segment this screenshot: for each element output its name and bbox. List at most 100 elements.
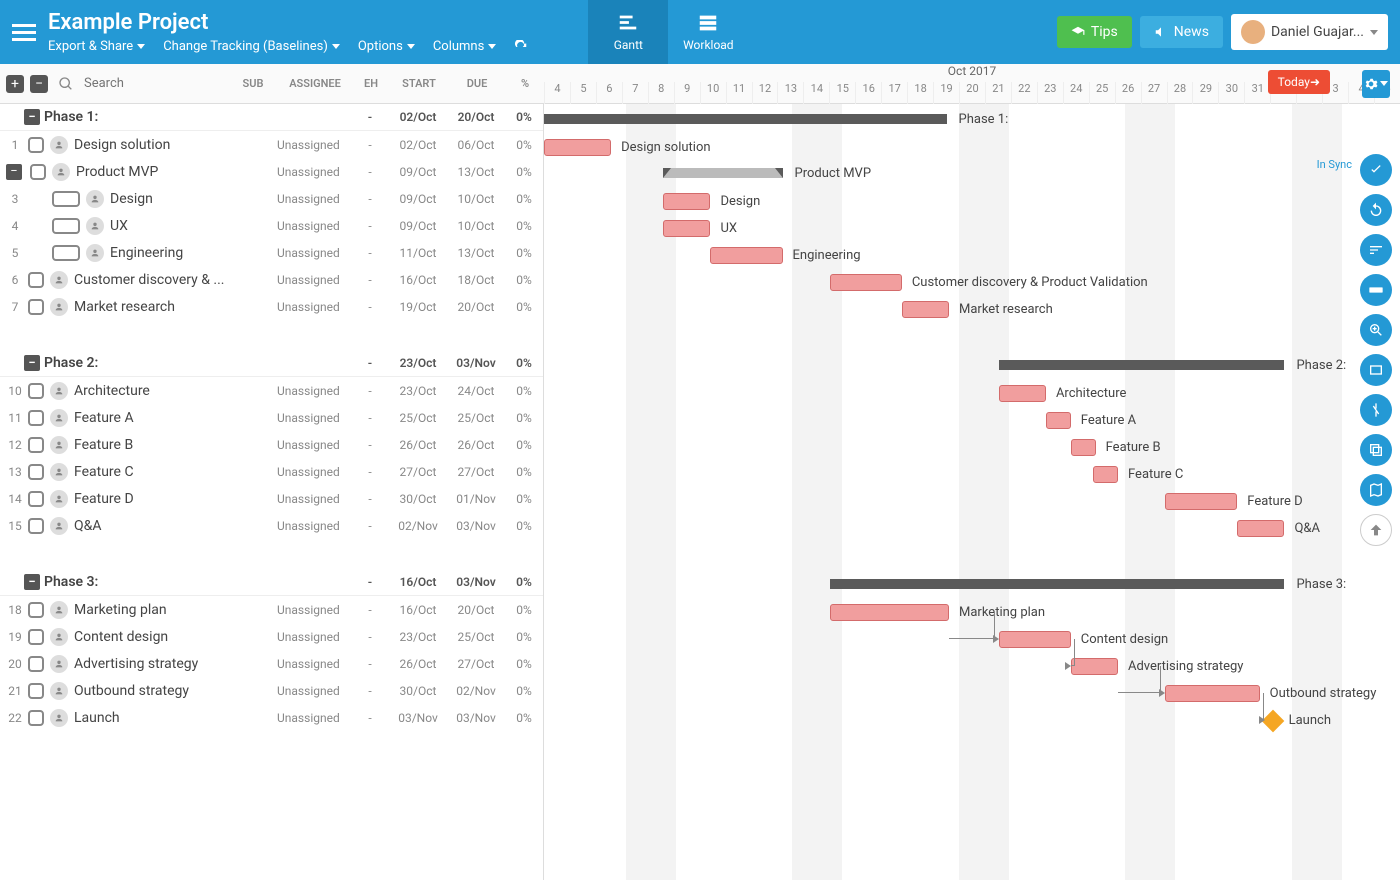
assignee-icon[interactable] xyxy=(50,436,68,454)
check-tool[interactable] xyxy=(1360,154,1392,186)
menu-columns[interactable]: Columns xyxy=(433,39,497,54)
today-button[interactable]: Today➜ xyxy=(1268,70,1330,94)
user-menu[interactable]: Daniel Guajar... xyxy=(1231,14,1388,50)
tab-gantt[interactable]: Gantt xyxy=(588,0,668,64)
task-checkbox[interactable] xyxy=(28,629,44,645)
task-checkbox[interactable] xyxy=(28,491,44,507)
task-checkbox[interactable] xyxy=(28,602,44,618)
task-bar[interactable] xyxy=(830,604,949,621)
assignee-icon[interactable] xyxy=(50,709,68,727)
task-bar[interactable] xyxy=(830,274,902,291)
task-bar[interactable] xyxy=(663,193,710,210)
assignee-icon[interactable] xyxy=(50,490,68,508)
assignee-icon[interactable] xyxy=(50,601,68,619)
task-bar[interactable] xyxy=(999,385,1046,402)
assignee-icon[interactable] xyxy=(50,655,68,673)
assignee-icon[interactable] xyxy=(50,136,68,154)
collapse-icon[interactable]: − xyxy=(24,109,40,125)
task-row[interactable]: 4 UX Unassigned - 09/Oct 10/Oct 0% xyxy=(0,212,543,239)
col-eh[interactable]: EH xyxy=(352,77,390,90)
fit-tool[interactable] xyxy=(1360,354,1392,386)
gantt-chart[interactable]: Phase 1:Design solutionProduct MVPDesign… xyxy=(544,104,1400,880)
task-row[interactable]: 19 Content design Unassigned - 23/Oct 25… xyxy=(0,623,543,650)
task-row[interactable]: 6 Customer discovery & ... Unassigned - … xyxy=(0,266,543,293)
task-row[interactable]: 5 Engineering Unassigned - 11/Oct 13/Oct… xyxy=(0,239,543,266)
copy-tool[interactable] xyxy=(1360,434,1392,466)
assignee-icon[interactable] xyxy=(50,382,68,400)
task-row[interactable]: 15 Q&A Unassigned - 02/Nov 03/Nov 0% xyxy=(0,512,543,539)
assignee-icon[interactable] xyxy=(86,244,104,262)
tips-button[interactable]: Tips xyxy=(1057,16,1132,48)
task-row[interactable]: 20 Advertising strategy Unassigned - 26/… xyxy=(0,650,543,677)
task-checkbox[interactable] xyxy=(28,683,44,699)
task-row[interactable]: 3 Design Unassigned - 09/Oct 10/Oct 0% xyxy=(0,185,543,212)
scroll-top-tool[interactable] xyxy=(1360,514,1392,546)
collapse-icon[interactable]: − xyxy=(24,355,40,371)
assignee-icon[interactable] xyxy=(50,517,68,535)
col-pct[interactable]: % xyxy=(506,77,544,90)
news-button[interactable]: News xyxy=(1140,16,1223,48)
task-bar[interactable] xyxy=(999,631,1071,648)
ruler-tool[interactable] xyxy=(1360,274,1392,306)
assignee-icon[interactable] xyxy=(86,217,104,235)
map-tool[interactable] xyxy=(1360,474,1392,506)
task-row[interactable]: 13 Feature C Unassigned - 27/Oct 27/Oct … xyxy=(0,458,543,485)
sort-tool[interactable] xyxy=(1360,234,1392,266)
milestone[interactable] xyxy=(1261,710,1284,733)
sub-phase-bar[interactable] xyxy=(663,168,782,178)
link-tool[interactable] xyxy=(1360,394,1392,426)
settings-button[interactable] xyxy=(1362,70,1390,98)
col-assignee[interactable]: ASSIGNEE xyxy=(278,77,352,90)
phase-row[interactable]: − Phase 3: - 16/Oct 03/Nov 0% xyxy=(0,569,543,596)
task-bar[interactable] xyxy=(1165,493,1237,510)
task-checkbox[interactable] xyxy=(52,245,80,261)
task-checkbox[interactable] xyxy=(28,656,44,672)
task-bar[interactable] xyxy=(663,220,710,237)
task-bar[interactable] xyxy=(544,139,611,156)
collapse-icon[interactable]: − xyxy=(6,164,22,180)
assignee-icon[interactable] xyxy=(52,163,70,181)
search-input[interactable] xyxy=(80,72,200,95)
task-checkbox[interactable] xyxy=(28,710,44,726)
tab-workload[interactable]: Workload xyxy=(668,0,748,64)
collapse-icon[interactable]: − xyxy=(24,574,40,590)
task-bar[interactable] xyxy=(1237,520,1284,537)
collapse-all-button[interactable]: − xyxy=(30,75,48,93)
phase-bar[interactable] xyxy=(999,360,1285,370)
assignee-icon[interactable] xyxy=(50,463,68,481)
task-row[interactable]: 18 Marketing plan Unassigned - 16/Oct 20… xyxy=(0,596,543,623)
task-checkbox[interactable] xyxy=(28,437,44,453)
task-checkbox[interactable] xyxy=(30,164,46,180)
expand-all-button[interactable]: + xyxy=(6,75,24,93)
col-due[interactable]: DUE xyxy=(448,77,506,90)
phase-row[interactable]: − Phase 1: - 02/Oct 20/Oct 0% xyxy=(0,104,543,131)
assignee-icon[interactable] xyxy=(50,682,68,700)
task-checkbox[interactable] xyxy=(28,137,44,153)
col-start[interactable]: START xyxy=(390,77,448,90)
task-checkbox[interactable] xyxy=(28,410,44,426)
menu-change-tracking-baselines-[interactable]: Change Tracking (Baselines) xyxy=(163,39,340,54)
assignee-icon[interactable] xyxy=(86,190,104,208)
task-row[interactable]: 7 Market research Unassigned - 19/Oct 20… xyxy=(0,293,543,320)
task-row[interactable]: 21 Outbound strategy Unassigned - 30/Oct… xyxy=(0,677,543,704)
assignee-icon[interactable] xyxy=(50,271,68,289)
task-row[interactable]: 10 Architecture Unassigned - 23/Oct 24/O… xyxy=(0,377,543,404)
task-checkbox[interactable] xyxy=(28,299,44,315)
task-checkbox[interactable] xyxy=(28,383,44,399)
task-checkbox[interactable] xyxy=(52,191,80,207)
undo-tool[interactable] xyxy=(1360,194,1392,226)
refresh-button[interactable] xyxy=(514,39,528,54)
task-checkbox[interactable] xyxy=(52,218,80,234)
assignee-icon[interactable] xyxy=(50,409,68,427)
task-bar[interactable] xyxy=(1093,466,1118,483)
task-checkbox[interactable] xyxy=(28,272,44,288)
task-checkbox[interactable] xyxy=(28,518,44,534)
menu-icon[interactable] xyxy=(12,20,36,44)
menu-options[interactable]: Options xyxy=(358,39,415,54)
phase-bar[interactable] xyxy=(544,114,947,124)
task-row[interactable]: − Product MVP Unassigned - 09/Oct 13/Oct… xyxy=(0,158,543,185)
task-bar[interactable] xyxy=(1165,685,1259,702)
assignee-icon[interactable] xyxy=(50,298,68,316)
task-row[interactable]: 22 Launch Unassigned - 03/Nov 03/Nov 0% xyxy=(0,704,543,731)
task-row[interactable]: 12 Feature B Unassigned - 26/Oct 26/Oct … xyxy=(0,431,543,458)
